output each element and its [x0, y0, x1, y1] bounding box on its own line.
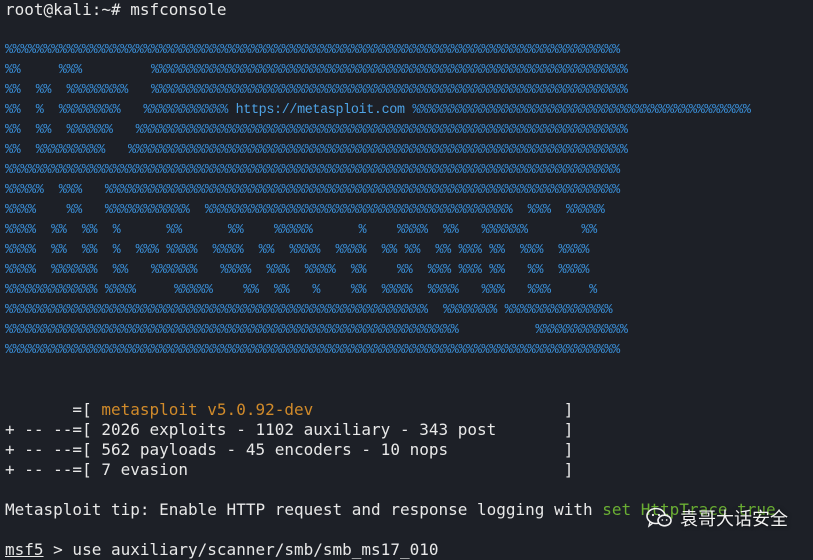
banner-row-11: %%%% %% %% % %%% %%%% %%%% %% %%%% %%%% …: [5, 243, 590, 258]
msf-prompt-name: msf5: [5, 540, 44, 559]
version-suffix: ]: [313, 400, 574, 419]
banner-row-4-tail: %%%%%%%%%%%%%%%%%%%%%%%%%%%%%%%%%%%%%%%%…: [404, 103, 751, 118]
banner-row-8: %%%%% %%% %%%%%%%%%%%%%%%%%%%%%%%%%%%%%%…: [5, 183, 620, 198]
banner-row-1: %%%%%%%%%%%%%%%%%%%%%%%%%%%%%%%%%%%%%%%%…: [5, 43, 620, 58]
banner-row-4: %% % %%%%%%%% %%%%%%%%%%%: [5, 103, 236, 118]
banner-row-13: %%%%%%%%%%%% %%%% %%%%% %% %% % %% %%%% …: [5, 283, 597, 298]
stats-line-evasion: + -- --=[ 7 evasion ]: [5, 460, 574, 479]
wechat-icon: [646, 507, 672, 528]
banner-row-16: %%%%%%%%%%%%%%%%%%%%%%%%%%%%%%%%%%%%%%%%…: [5, 343, 620, 358]
watermark: 袁哥大话安全: [646, 505, 788, 531]
banner-row-2: %% %%% %%%%%%%%%%%%%%%%%%%%%%%%%%%%%%%%%…: [5, 63, 628, 78]
watermark-text: 袁哥大话安全: [680, 509, 788, 530]
version-text: metasploit v5.0.92-dev: [101, 400, 314, 419]
banner-row-9: %%%% %% %%%%%%%%%%% %%%%%%%%%%%%%%%%%%%%…: [5, 203, 605, 218]
banner-row-15: %%%%%%%%%%%%%%%%%%%%%%%%%%%%%%%%%%%%%%%%…: [5, 323, 628, 338]
metasploit-banner: %%%%%%%%%%%%%%%%%%%%%%%%%%%%%%%%%%%%%%%%…: [5, 41, 751, 361]
banner-row-10: %%%% %% %% % %% %% %%%%% % %%%% %% %%%%%…: [5, 223, 597, 238]
banner-row-5: %% %% %%%%%% %%%%%%%%%%%%%%%%%%%%%%%%%%%…: [5, 123, 628, 138]
version-prefix: =[: [5, 400, 102, 419]
banner-row-12: %%%% %%%%%% %% %%%%%% %%%% %%% %%%% %% %…: [5, 263, 590, 278]
stats-line-payloads: + -- --=[ 562 payloads - 45 encoders - 1…: [5, 440, 574, 459]
banner-row-14: %%%%%%%%%%%%%%%%%%%%%%%%%%%%%%%%%%%%%%%%…: [5, 303, 613, 318]
tip-text: Metasploit tip: Enable HTTP request and …: [5, 500, 603, 519]
terminal-window[interactable]: root@kali:~# msfconsole %%%%%%%%%%%%%%%%…: [0, 0, 813, 559]
msf-prompt-line[interactable]: msf5 > use auxiliary/scanner/smb/smb_ms1…: [5, 540, 438, 560]
stats-line-exploits: + -- --=[ 2026 exploits - 1102 auxiliary…: [5, 420, 574, 439]
banner-row-3: %% %% %%%%%%%% %%%%%%%%%%%%%%%%%%%%%%%%%…: [5, 83, 628, 98]
shell-prompt-line: root@kali:~# msfconsole: [5, 0, 227, 19]
banner-row-7: %%%%%%%%%%%%%%%%%%%%%%%%%%%%%%%%%%%%%%%%…: [5, 163, 620, 178]
version-line: =[ metasploit v5.0.92-dev ]: [5, 400, 573, 420]
banner-row-6: %% %%%%%%%%% %%%%%%%%%%%%%%%%%%%%%%%%%%%…: [5, 143, 628, 158]
banner-url: https://metasploit.com: [235, 103, 405, 118]
msf-command[interactable]: > use auxiliary/scanner/smb/smb_ms17_010: [44, 540, 438, 559]
